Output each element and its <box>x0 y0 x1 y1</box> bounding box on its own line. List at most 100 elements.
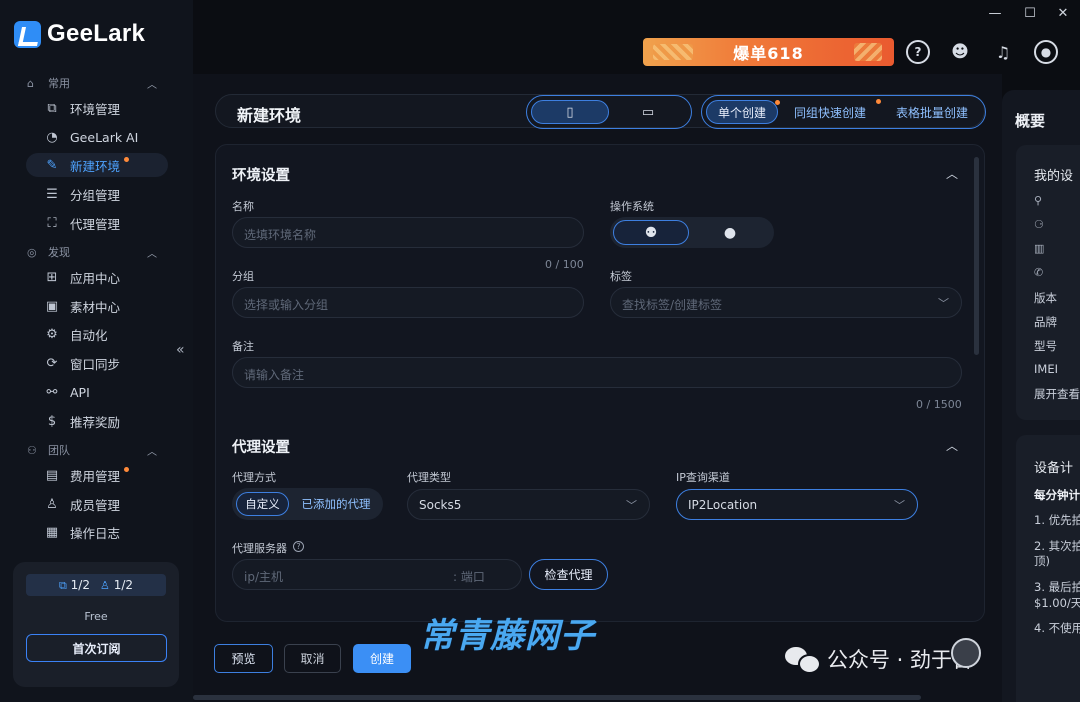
sidebar-item-referral[interactable]: $ 推荐奖励 <box>26 409 168 433</box>
close-icon[interactable]: ✕ <box>1053 6 1073 21</box>
name-label: 名称 <box>232 200 254 213</box>
sidebar-item-billing[interactable]: ▤ 费用管理 <box>26 463 168 487</box>
list-icon: ☰ <box>46 186 58 202</box>
team-icon: ⚇ <box>27 443 37 457</box>
chevron-down-icon: ﹀ <box>626 499 637 512</box>
ios-option[interactable]: ● <box>692 220 768 245</box>
os-label: 操作系统 <box>610 200 654 213</box>
os-toggle: ⚉ ● <box>610 217 774 248</box>
device-type-toggle: ▯ ▭ <box>526 95 692 129</box>
proxy-type-select[interactable]: Socks5 ﹀ <box>407 489 650 520</box>
expand-details-link[interactable]: 展开查看 <box>1034 386 1080 402</box>
sidebar-item-members[interactable]: ♙ 成员管理 <box>26 492 168 516</box>
phone-option[interactable]: ▯ <box>531 100 609 124</box>
horizontal-scrollbar[interactable] <box>193 695 921 700</box>
ip-channel-select[interactable]: IP2Location ﹀ <box>676 489 918 520</box>
group-label: 分组 <box>232 270 254 283</box>
plan-tier: Free <box>84 610 108 623</box>
remark-counter: 0 / 1500 <box>916 398 962 411</box>
minimize-icon[interactable]: — <box>985 6 1005 21</box>
laptop-icon: ▭ <box>641 104 655 120</box>
group-input[interactable]: 选择或输入分组 <box>232 287 584 318</box>
sidebar-item-automation[interactable]: ⚙ 自动化 <box>26 322 168 346</box>
proxy-settings-title: 代理设置 <box>232 440 290 456</box>
remark-input[interactable]: 请输入备注 <box>232 357 962 388</box>
ai-icon: ◔ <box>46 129 58 145</box>
sidebar-item-group-manage[interactable]: ☰ 分组管理 <box>26 182 168 206</box>
watermark-avatar <box>951 638 981 668</box>
maximize-icon[interactable]: ☐ <box>1020 6 1040 21</box>
user-icon: ♙ <box>46 496 58 512</box>
laptop-option[interactable]: ▭ <box>609 100 687 124</box>
compass-icon: ◎ <box>27 245 37 259</box>
image-icon: ▣ <box>45 298 59 314</box>
check-proxy-button[interactable]: 检查代理 <box>529 559 608 590</box>
location-icon: ⚲ <box>1034 194 1043 207</box>
chevron-up-icon: ︿ <box>147 446 157 458</box>
help-icon[interactable]: ? <box>293 541 304 552</box>
tab-badge-dot <box>775 100 780 105</box>
sync-icon: ⟳ <box>46 355 58 371</box>
account-icon[interactable]: ● <box>1034 40 1058 64</box>
sidebar-item-proxy-manage[interactable]: ⛶ 代理管理 <box>26 211 168 235</box>
sidebar-item-env-manage[interactable]: ⧉ 环境管理 <box>26 96 168 120</box>
sidebar-item-new-env[interactable]: ✎ 新建环境 <box>26 153 168 177</box>
log-icon: ▦ <box>45 524 59 540</box>
nav-section-common[interactable]: ⌂ 常用 ︿ <box>0 73 193 93</box>
tags-select[interactable]: 查找标签/创建标签 ﹀ <box>610 287 962 318</box>
sidebar-item-window-sync[interactable]: ⟳ 窗口同步 <box>26 351 168 375</box>
create-mode-tabs: 单个创建 同组快速创建 表格批量创建 <box>701 95 986 129</box>
form-scrollbar[interactable] <box>974 157 979 355</box>
phone-icon: ▯ <box>566 104 574 120</box>
subscribe-button[interactable]: 首次订阅 <box>26 634 167 662</box>
grid-icon: ⊞ <box>46 269 58 285</box>
billing-card: 设备计 每分钟计 1. 优先拍 2. 其次拍 顶) 3. 最后拍 $1.00/天… <box>1016 435 1080 702</box>
apple-icon: ● <box>723 224 737 241</box>
tab-batch-create[interactable]: 表格批量创建 <box>889 100 975 124</box>
env-manage-icon: ⧉ <box>47 100 57 116</box>
chevron-up-icon[interactable]: ︿ <box>946 437 958 454</box>
sidebar-item-geelark-ai[interactable]: ◔ GeeLark AI <box>26 125 168 149</box>
proxy-mode-added[interactable]: 已添加的代理 <box>295 492 377 516</box>
proxy-mode-custom[interactable]: 自定义 <box>236 492 289 516</box>
overview-title: 概要 <box>1015 112 1046 130</box>
nav-section-discover[interactable]: ◎ 发现 ︿ <box>0 242 193 262</box>
chevron-up-icon: ︿ <box>147 248 157 260</box>
support-bot-icon[interactable]: ☻ <box>948 40 972 64</box>
cancel-button[interactable]: 取消 <box>284 644 341 673</box>
wechat-watermark: 公众号 · 劲于奋 <box>785 644 973 674</box>
preview-button[interactable]: 预览 <box>214 644 273 673</box>
android-option[interactable]: ⚉ <box>613 220 689 245</box>
tab-quick-group-create[interactable]: 同组快速创建 <box>788 99 881 124</box>
promo-banner[interactable]: 爆单618 <box>643 38 894 66</box>
app-logo[interactable]: GeeLark <box>14 20 145 48</box>
plan-usage: ⧉ 1/2 ♙ 1/2 <box>26 574 166 596</box>
sidebar-item-app-center[interactable]: ⊞ 应用中心 <box>26 265 168 289</box>
billing-title: 设备计 <box>1034 461 1074 476</box>
tab-badge-dot <box>876 99 881 104</box>
sidebar-item-api[interactable]: ⚯ API <box>26 380 168 404</box>
name-input[interactable]: 选填环境名称 <box>232 217 584 248</box>
my-device-card: 我的设 ⚲ ⚆ ▥ ✆ 版本 品牌 型号 IMEI 展开查看 <box>1016 145 1080 420</box>
proxy-mode-toggle: 自定义 已添加的代理 <box>232 488 383 520</box>
sidebar-item-logs[interactable]: ▦ 操作日志 <box>26 520 168 544</box>
proxy-port-input[interactable]: : 端口 <box>453 568 485 585</box>
proxy-type-label: 代理类型 <box>407 471 451 484</box>
nav-section-team[interactable]: ⚇ 团队 ︿ <box>0 440 193 460</box>
billing-badge-dot <box>124 467 129 472</box>
main-content: 新建环境 ▯ ▭ 单个创建 同组快速创建 表格批量创建 环境设置 ︿ 名称 选填… <box>193 74 1002 702</box>
sim-icon: ▥ <box>1034 242 1045 255</box>
collapse-sidebar-icon[interactable]: « <box>176 342 185 358</box>
top-bar: — ☐ ✕ 爆单618 ? ☻ ♫ ● <box>193 0 1080 74</box>
tab-single-create[interactable]: 单个创建 <box>706 100 780 124</box>
proxy-server-input[interactable]: ip/主机 : 端口 <box>232 559 522 590</box>
env-settings-title: 环境设置 <box>232 168 290 184</box>
sidebar: GeeLark ⌂ 常用 ︿ ⧉ 环境管理 ◔ GeeLark AI ✎ 新建环… <box>0 0 193 702</box>
sidebar-item-material-center[interactable]: ▣ 素材中心 <box>26 294 168 318</box>
bell-icon[interactable]: ♫ <box>991 40 1015 64</box>
chevron-up-icon[interactable]: ︿ <box>946 165 958 182</box>
android-icon: ⚉ <box>644 224 658 241</box>
create-button[interactable]: 创建 <box>353 644 411 673</box>
help-icon[interactable]: ? <box>906 40 930 64</box>
chevron-down-icon: ﹀ <box>938 297 949 310</box>
